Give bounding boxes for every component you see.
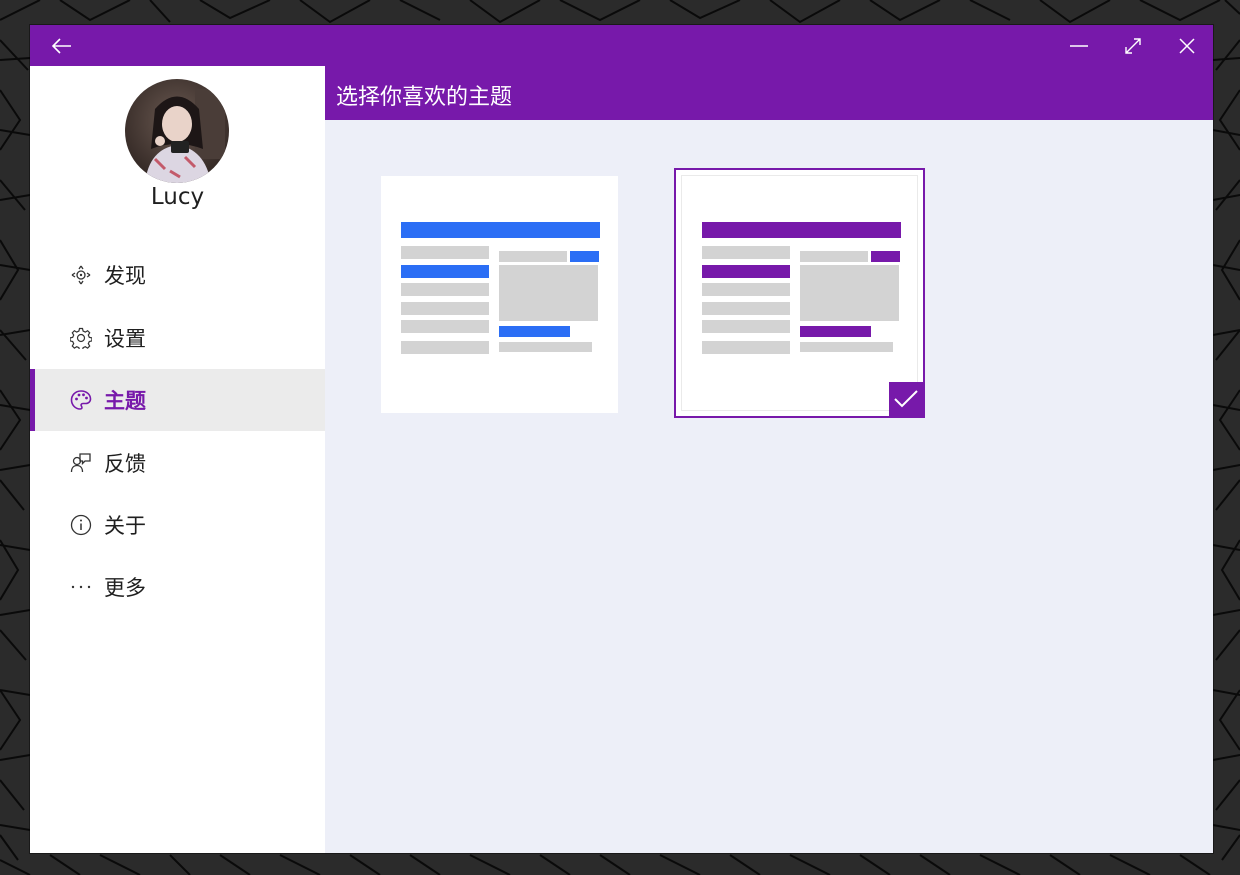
back-arrow-icon [52,37,71,54]
content-header: 选择你喜欢的主题 [325,66,1213,120]
preview-block [702,246,790,259]
nav-label: 更多 [104,576,146,600]
active-indicator [30,369,35,431]
sidebar: Lucy 发现 设置 主题 反馈 关于 更多 [30,66,325,853]
preview-block [401,246,489,259]
close-icon [1179,37,1195,54]
nav-item-discover[interactable]: 发现 [30,244,325,306]
preview-block [570,251,599,262]
preview-block [401,302,489,315]
preview-block [499,265,598,321]
preview-block [800,342,893,352]
preview-block [702,341,790,354]
avatar-image [125,79,229,183]
nav-label: 发现 [104,264,146,288]
maximize-button[interactable] [1110,25,1156,66]
preview-block [800,251,868,262]
close-button[interactable] [1164,25,1210,66]
preview-block [499,251,567,262]
preview-block [702,265,790,278]
gear-icon [70,327,92,349]
more-icon [70,576,92,598]
preview-block [499,342,592,352]
page-title: 选择你喜欢的主题 [336,85,513,110]
nav-item-theme[interactable]: 主题 [30,369,325,431]
discover-icon [70,264,92,286]
nav-item-more[interactable]: 更多 [30,556,325,618]
minimize-button[interactable] [1056,25,1102,66]
theme-preview [682,176,917,410]
preview-block [702,283,790,296]
preview-block [401,341,489,354]
preview-header-bar [702,222,901,238]
info-icon [70,514,92,536]
main-content: 选择你喜欢的主题 [325,66,1213,853]
maximize-icon [1125,37,1141,54]
theme-option-purple[interactable] [674,168,925,418]
nav-item-feedback[interactable]: 反馈 [30,432,325,494]
nav-label: 主题 [104,389,146,413]
nav-label: 设置 [104,327,146,351]
username: Lucy [150,184,205,210]
title-bar [30,25,1213,66]
app-window: Lucy 发现 设置 主题 反馈 关于 更多 选择你喜欢的主题 [30,25,1213,853]
preview-block [800,326,871,337]
palette-icon [70,389,92,411]
preview-block [401,320,489,333]
preview-header-bar [401,222,600,238]
feedback-icon [70,452,92,474]
nav-item-settings[interactable]: 设置 [30,307,325,369]
selected-badge [889,382,923,416]
minimize-icon [1070,44,1088,47]
preview-block [401,265,489,278]
back-button[interactable] [39,25,85,66]
preview-block [702,320,790,333]
nav-label: 关于 [104,514,146,538]
preview-block [871,251,900,262]
preview-block [499,326,570,337]
preview-block [800,265,899,321]
nav-item-about[interactable]: 关于 [30,494,325,556]
preview-block [401,283,489,296]
theme-option-blue[interactable] [381,176,618,413]
avatar[interactable] [125,79,229,183]
nav-label: 反馈 [104,452,146,476]
checkmark-icon [894,390,918,408]
preview-block [702,302,790,315]
